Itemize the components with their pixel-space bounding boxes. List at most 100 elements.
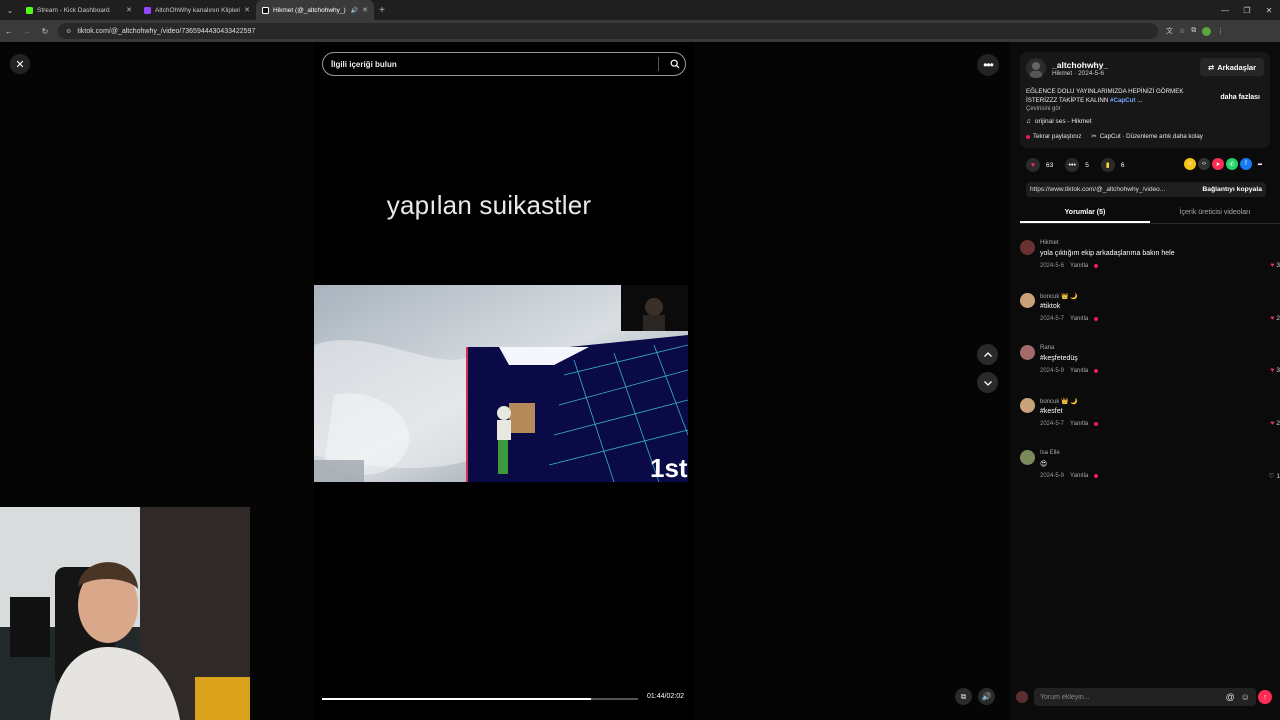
capcut-label: CapCut · Düzenleme artık daha kolay bbox=[1099, 133, 1203, 140]
repost-chip[interactable]: Tekrar paylaştınız bbox=[1026, 133, 1082, 140]
comment-like-count: 2 bbox=[1276, 419, 1280, 427]
comment-text: #kesfet bbox=[1040, 407, 1063, 415]
browser-menu-icon[interactable]: ⋮ bbox=[1217, 27, 1224, 35]
copy-link-button[interactable]: Bağlantıyı kopyala bbox=[1202, 186, 1262, 193]
commenter-avatar[interactable] bbox=[1020, 397, 1035, 413]
video-player[interactable]: yapılan suikastler bbox=[314, 42, 694, 720]
creator-meta: Hikmet · 2024-5-6 bbox=[1052, 70, 1105, 77]
comment-like-button[interactable]: ♡ 1 bbox=[1269, 472, 1280, 481]
comment-text: 😍 bbox=[1040, 461, 1048, 468]
creator-avatar[interactable] bbox=[1026, 58, 1046, 78]
comment-meta: 2024-5-6 Yanıtla bbox=[1040, 263, 1099, 269]
commenter-avatar[interactable] bbox=[1020, 450, 1035, 465]
comment-like-button[interactable]: ♥ 3 bbox=[1271, 367, 1280, 374]
comment-like-button[interactable]: ♥ 2 bbox=[1271, 315, 1280, 322]
next-video-button[interactable] bbox=[977, 372, 998, 393]
heart-icon: ♥ bbox=[1270, 314, 1275, 322]
floating-player-icon[interactable]: ⧉ bbox=[955, 688, 972, 705]
more-options-icon[interactable]: ••• bbox=[977, 54, 999, 76]
comment-compose-bar: @ ☺ ↑ bbox=[1010, 686, 1280, 708]
comment-like-button[interactable]: ♥ 2 bbox=[1271, 420, 1280, 427]
tab-creator-videos[interactable]: İçerik üreticisi videoları bbox=[1150, 206, 1280, 223]
search-icon[interactable] bbox=[665, 54, 685, 74]
video-progress-bar[interactable] bbox=[322, 698, 638, 700]
comment-item: boncuk 👑 🌙 #tiktok 2024-5-7 Yanıtla ♥ 2 bbox=[1020, 292, 1280, 346]
comment-meta: 2024-5-9 Yanıtla bbox=[1040, 368, 1099, 374]
tab-search-icon[interactable]: ⌄ bbox=[0, 0, 20, 20]
show-more-link[interactable]: daha fazlası bbox=[1220, 94, 1260, 101]
embed-icon[interactable]: ‹› bbox=[1198, 158, 1210, 170]
commenter-name[interactable]: Isa Elle bbox=[1040, 450, 1060, 456]
browser-tab-kick[interactable]: Stream - Kick Dashboard ✕ bbox=[20, 0, 138, 20]
close-window-icon[interactable]: ✕ bbox=[1258, 0, 1280, 20]
address-bar: ← → ↻ ⚙ tiktok.com/@_altchohwhy_/video/7… bbox=[0, 20, 1280, 42]
commenter-name[interactable]: Rana bbox=[1040, 345, 1054, 351]
capcut-icon: ✂ bbox=[1091, 133, 1097, 140]
hashtag-link[interactable]: #CapCut bbox=[1110, 97, 1135, 104]
comment-like-count: 1 bbox=[1276, 472, 1280, 480]
commenter-name[interactable]: Hikmet bbox=[1040, 240, 1059, 246]
tab-close-icon[interactable]: ✕ bbox=[362, 6, 368, 14]
comment-date: 2024-5-9 bbox=[1040, 368, 1065, 374]
music-link[interactable]: ♫ orijinal ses - Hikmet bbox=[1026, 118, 1092, 125]
share-arrow-icon[interactable]: ➦ bbox=[1254, 158, 1266, 170]
reply-button[interactable]: Yanıtla bbox=[1070, 263, 1088, 269]
extensions-icon[interactable]: ⧉ bbox=[1191, 27, 1196, 35]
creator-liked-icon bbox=[1094, 369, 1099, 373]
forward-icon[interactable]: → bbox=[18, 20, 36, 42]
back-icon[interactable]: ← bbox=[0, 20, 18, 42]
commenter-avatar[interactable] bbox=[1020, 240, 1035, 255]
reply-button[interactable]: Yanıtla bbox=[1070, 473, 1088, 479]
volume-icon[interactable]: 🔊 bbox=[978, 688, 995, 705]
reply-button[interactable]: Yanıtla bbox=[1070, 421, 1088, 427]
comment-list: Hikmet yola çıktığım ekip arkadaşlarıma … bbox=[1020, 240, 1280, 503]
previous-video-button[interactable] bbox=[977, 344, 998, 365]
commenter-avatar[interactable] bbox=[1020, 345, 1035, 360]
whatsapp-icon[interactable]: ✆ bbox=[1226, 158, 1238, 170]
url-field[interactable]: ⚙ tiktok.com/@_altchohwhy_/video/7365944… bbox=[58, 23, 1158, 39]
like-button[interactable]: ♥ bbox=[1026, 158, 1040, 172]
comment-input[interactable] bbox=[1040, 693, 1226, 701]
minimize-icon[interactable]: — bbox=[1214, 0, 1236, 20]
commenter-name[interactable]: boncuk 👑 🌙 bbox=[1040, 293, 1078, 300]
translate-icon[interactable]: 文 bbox=[1166, 26, 1173, 36]
speaker-icon[interactable]: 🔊 bbox=[351, 7, 358, 14]
maximize-icon[interactable]: ❐ bbox=[1236, 0, 1258, 20]
comment-button[interactable]: ••• bbox=[1065, 158, 1080, 172]
profile-avatar[interactable] bbox=[1202, 26, 1212, 36]
share-link-text[interactable]: https://www.tiktok.com/@_altchohwhy_/vid… bbox=[1030, 186, 1185, 193]
browser-tab-tiktok[interactable]: Hikmet (@_altchohwhy_) | 🔊 ✕ bbox=[256, 0, 374, 20]
tab-comments[interactable]: Yorumlar (5) bbox=[1020, 206, 1150, 223]
repost-share-icon[interactable]: ☺ bbox=[1184, 158, 1196, 170]
send-to-friends-icon[interactable]: ➤ bbox=[1212, 158, 1224, 170]
save-button[interactable]: ▮ bbox=[1100, 158, 1115, 172]
search-input[interactable] bbox=[331, 59, 658, 69]
commenter-name[interactable]: boncuk 👑 🌙 bbox=[1040, 398, 1078, 405]
friends-button[interactable]: ⇄ Arkadaşlar bbox=[1199, 58, 1264, 76]
reload-icon[interactable]: ↻ bbox=[36, 20, 54, 42]
close-icon[interactable]: ✕ bbox=[10, 54, 30, 74]
send-comment-button[interactable]: ↑ bbox=[1258, 690, 1272, 704]
new-tab-button[interactable]: + bbox=[374, 5, 390, 16]
reply-button[interactable]: Yanıtla bbox=[1070, 368, 1088, 374]
creator-username[interactable]: _altchohwhy_ bbox=[1052, 60, 1108, 70]
chevron-up-icon bbox=[983, 351, 992, 357]
capcut-chip[interactable]: ✂ CapCut · Düzenleme artık daha kolay bbox=[1092, 133, 1203, 140]
comment-item: boncuk 👑 🌙 #kesfet 2024-5-7 Yanıtla ♥ 2 bbox=[1020, 397, 1280, 451]
browser-tab-twitch[interactable]: AltchOhWhy kanalının Klipleri ✕ bbox=[138, 0, 256, 20]
music-note-icon: ♫ bbox=[1026, 118, 1031, 125]
mention-icon[interactable]: @ bbox=[1226, 692, 1235, 702]
comment-like-count: 3 bbox=[1276, 367, 1280, 374]
facebook-icon[interactable]: f bbox=[1240, 158, 1252, 170]
heart-icon: ♥ bbox=[1270, 419, 1275, 427]
commenter-avatar[interactable] bbox=[1020, 292, 1035, 308]
bookmark-star-icon[interactable]: ☆ bbox=[1179, 27, 1185, 35]
emoji-icon[interactable]: ☺ bbox=[1241, 692, 1250, 702]
tab-close-icon[interactable]: ✕ bbox=[244, 6, 250, 14]
comment-like-button[interactable]: ♥ 3 bbox=[1271, 262, 1280, 269]
see-translation-link[interactable]: Çevirisini gör bbox=[1026, 106, 1061, 112]
tab-title: Stream - Kick Dashboard bbox=[37, 6, 110, 14]
tab-close-icon[interactable]: ✕ bbox=[126, 6, 132, 14]
reply-button[interactable]: Yanıtla bbox=[1070, 316, 1088, 322]
site-info-icon[interactable]: ⚙ bbox=[66, 28, 71, 35]
